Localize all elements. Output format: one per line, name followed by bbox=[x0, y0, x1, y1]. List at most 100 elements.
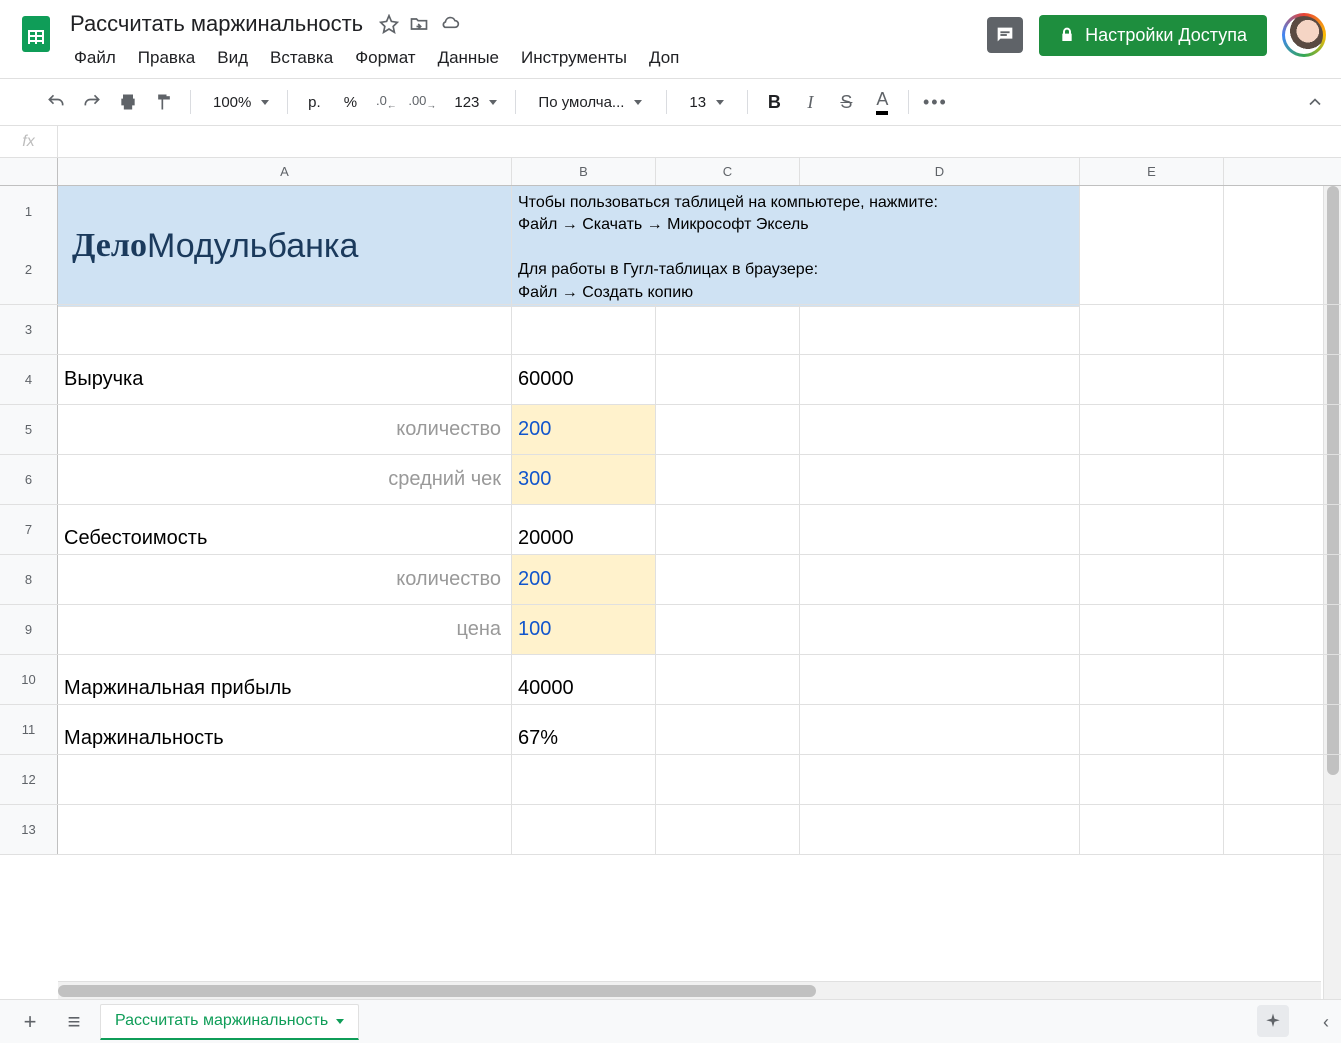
cell-D12[interactable] bbox=[800, 755, 1080, 804]
cell-E11[interactable] bbox=[1080, 705, 1224, 754]
strikethrough-button[interactable]: S bbox=[830, 86, 862, 118]
row-header-7[interactable]: 7 bbox=[0, 505, 58, 554]
cell-A12[interactable] bbox=[58, 755, 512, 804]
row-header-6[interactable]: 6 bbox=[0, 455, 58, 504]
document-title[interactable]: Рассчитать маржинальность bbox=[64, 9, 369, 39]
cell-D6[interactable] bbox=[800, 455, 1080, 504]
cell-D11[interactable] bbox=[800, 705, 1080, 754]
star-icon[interactable] bbox=[379, 14, 399, 34]
cell-C6[interactable] bbox=[656, 455, 800, 504]
cell-A7[interactable]: Себестоимость bbox=[58, 505, 512, 554]
cell-A10[interactable]: Маржинальная прибыль bbox=[58, 655, 512, 704]
increase-decimal-button[interactable]: .00→ bbox=[406, 86, 438, 118]
cell-D4[interactable] bbox=[800, 355, 1080, 404]
side-panel-toggle[interactable]: ‹ bbox=[1323, 1012, 1329, 1033]
bold-button[interactable]: B bbox=[758, 86, 790, 118]
cell-D3[interactable] bbox=[800, 305, 1080, 354]
menu-tools[interactable]: Инструменты bbox=[511, 44, 637, 72]
cell-A5[interactable]: количество bbox=[58, 405, 512, 454]
row-header-8[interactable]: 8 bbox=[0, 555, 58, 604]
row-header-1[interactable]: 1 bbox=[0, 186, 58, 236]
column-header-D[interactable]: D bbox=[800, 158, 1080, 185]
cell-D7[interactable] bbox=[800, 505, 1080, 554]
cell-E9[interactable] bbox=[1080, 605, 1224, 654]
cell-E3[interactable] bbox=[1080, 305, 1224, 354]
column-header-C[interactable]: C bbox=[656, 158, 800, 185]
column-header-B[interactable]: B bbox=[512, 158, 656, 185]
menu-data[interactable]: Данные bbox=[428, 44, 509, 72]
row-header-13[interactable]: 13 bbox=[0, 805, 58, 854]
cell-E10[interactable] bbox=[1080, 655, 1224, 704]
cell-E8[interactable] bbox=[1080, 555, 1224, 604]
row-header-4[interactable]: 4 bbox=[0, 355, 58, 404]
cell-D8[interactable] bbox=[800, 555, 1080, 604]
print-button[interactable] bbox=[112, 86, 144, 118]
row-header-9[interactable]: 9 bbox=[0, 605, 58, 654]
cloud-status-icon[interactable] bbox=[439, 14, 461, 34]
cell-B6[interactable]: 300 bbox=[512, 455, 656, 504]
undo-button[interactable] bbox=[40, 86, 72, 118]
font-size-dropdown[interactable]: 13 bbox=[677, 86, 737, 118]
currency-button[interactable]: р. bbox=[298, 86, 330, 118]
cell-B4[interactable]: 60000 bbox=[512, 355, 656, 404]
cell-E2[interactable] bbox=[1080, 235, 1224, 304]
cell-B9[interactable]: 100 bbox=[512, 605, 656, 654]
cell-E5[interactable] bbox=[1080, 405, 1224, 454]
cell-E1[interactable] bbox=[1080, 186, 1224, 236]
cell-A4[interactable]: Выручка bbox=[58, 355, 512, 404]
more-toolbar-button[interactable]: ••• bbox=[919, 86, 951, 118]
row-header-2[interactable]: 2 bbox=[0, 235, 58, 304]
sheets-logo[interactable] bbox=[16, 14, 56, 54]
cell-A9[interactable]: цена bbox=[58, 605, 512, 654]
add-sheet-button[interactable]: + bbox=[12, 1004, 48, 1040]
fx-label[interactable]: fx bbox=[0, 126, 58, 157]
cell-C5[interactable] bbox=[656, 405, 800, 454]
cell-B7[interactable]: 20000 bbox=[512, 505, 656, 554]
cell-A11[interactable]: Маржинальность bbox=[58, 705, 512, 754]
cell-E7[interactable] bbox=[1080, 505, 1224, 554]
menu-edit[interactable]: Правка bbox=[128, 44, 205, 72]
cell-D9[interactable] bbox=[800, 605, 1080, 654]
cell-C3[interactable] bbox=[656, 305, 800, 354]
menu-insert[interactable]: Вставка bbox=[260, 44, 343, 72]
zoom-dropdown[interactable]: 100% bbox=[201, 86, 277, 118]
sheet-tab[interactable]: Рассчитать маржинальность bbox=[100, 1004, 359, 1040]
cell-B10[interactable]: 40000 bbox=[512, 655, 656, 704]
menu-file[interactable]: Файл bbox=[64, 44, 126, 72]
cell-E4[interactable] bbox=[1080, 355, 1224, 404]
cell-E6[interactable] bbox=[1080, 455, 1224, 504]
menu-view[interactable]: Вид bbox=[207, 44, 258, 72]
cell-B3[interactable] bbox=[512, 305, 656, 354]
font-family-dropdown[interactable]: По умолча... bbox=[526, 86, 656, 118]
share-button[interactable]: Настройки Доступа bbox=[1039, 15, 1267, 56]
cell-B13[interactable] bbox=[512, 805, 656, 854]
cell-A13[interactable] bbox=[58, 805, 512, 854]
column-header-A[interactable]: A bbox=[58, 158, 512, 185]
menu-addons[interactable]: Доп bbox=[639, 44, 689, 72]
row-header-5[interactable]: 5 bbox=[0, 405, 58, 454]
menu-format[interactable]: Формат bbox=[345, 44, 425, 72]
row-header-10[interactable]: 10 bbox=[0, 655, 58, 704]
comments-button[interactable] bbox=[987, 17, 1023, 53]
cell-C12[interactable] bbox=[656, 755, 800, 804]
cell-A3[interactable] bbox=[58, 305, 512, 354]
row-header-11[interactable]: 11 bbox=[0, 705, 58, 754]
cell-D5[interactable] bbox=[800, 405, 1080, 454]
collapse-toolbar-button[interactable] bbox=[1305, 92, 1325, 112]
avatar[interactable] bbox=[1283, 14, 1325, 56]
row-header-3[interactable]: 3 bbox=[0, 305, 58, 354]
cell-C13[interactable] bbox=[656, 805, 800, 854]
cell-C8[interactable] bbox=[656, 555, 800, 604]
explore-button[interactable] bbox=[1257, 1005, 1289, 1037]
select-all-corner[interactable] bbox=[0, 158, 58, 185]
cell-B8[interactable]: 200 bbox=[512, 555, 656, 604]
cell-C11[interactable] bbox=[656, 705, 800, 754]
cell-C7[interactable] bbox=[656, 505, 800, 554]
row-header-12[interactable]: 12 bbox=[0, 755, 58, 804]
cell-B5[interactable]: 200 bbox=[512, 405, 656, 454]
formula-input[interactable] bbox=[58, 126, 1341, 157]
cell-D13[interactable] bbox=[800, 805, 1080, 854]
cell-C9[interactable] bbox=[656, 605, 800, 654]
number-format-dropdown[interactable]: 123 bbox=[442, 86, 505, 118]
cell-B12[interactable] bbox=[512, 755, 656, 804]
